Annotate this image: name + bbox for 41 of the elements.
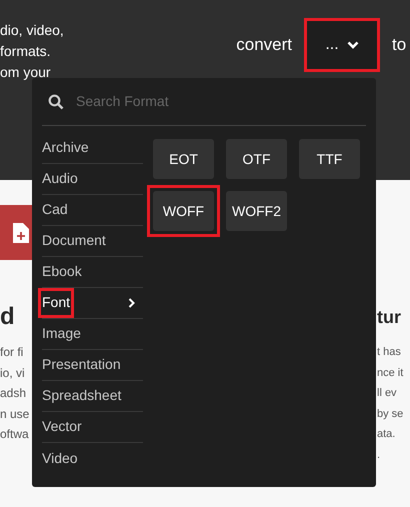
convert-label: convert [236, 34, 292, 56]
format-button[interactable]: TTF [299, 139, 360, 179]
format-button[interactable]: WOFF [153, 191, 214, 231]
chevron-right-icon [128, 298, 135, 308]
chevron-down-icon [346, 41, 359, 49]
add-file-button[interactable] [0, 205, 32, 260]
category-item[interactable]: Archive [42, 136, 89, 158]
paragraph-text: nce it [377, 366, 404, 380]
intro-text: om your [0, 63, 52, 82]
paragraph-text: adsh [0, 385, 28, 402]
paragraph-text: ll ev [377, 386, 398, 401]
category-item[interactable]: Vector [42, 416, 82, 438]
format-button[interactable]: OTF [226, 139, 287, 179]
category-item[interactable]: Video [42, 447, 78, 469]
paragraph-text: io, vi [0, 364, 26, 382]
paragraph-text: for fi [0, 344, 24, 361]
category-item[interactable]: Audio [42, 168, 78, 190]
section-heading: d [0, 302, 16, 332]
search-icon [48, 94, 64, 110]
category-item[interactable]: Presentation [42, 354, 121, 376]
paragraph-text: oftwa [0, 426, 30, 443]
category-item[interactable]: Ebook [42, 260, 82, 282]
intro-text: formats. [0, 42, 52, 61]
category-item[interactable]: Document [42, 230, 106, 252]
paragraph-text: ata. [377, 427, 396, 442]
format-button[interactable]: WOFF2 [226, 191, 287, 231]
paragraph-text: n use [0, 406, 30, 422]
paragraph-text: t has [377, 345, 402, 360]
intro-text: dio, video, [0, 21, 65, 40]
format-dropdown[interactable]: ... [307, 21, 377, 69]
file-plus-icon [13, 222, 29, 242]
search-field[interactable]: Search Format [76, 91, 336, 112]
category-item[interactable]: Cad [42, 198, 68, 220]
category-item[interactable]: Image [42, 322, 81, 344]
category-item[interactable]: Font [42, 292, 70, 314]
paragraph-text: . [377, 448, 382, 462]
section-heading: tur [377, 306, 402, 329]
to-label: to [392, 34, 408, 56]
format-button[interactable]: EOT [153, 139, 214, 179]
paragraph-text: by se [377, 406, 404, 422]
category-item[interactable]: Spreadsheet [42, 384, 122, 406]
